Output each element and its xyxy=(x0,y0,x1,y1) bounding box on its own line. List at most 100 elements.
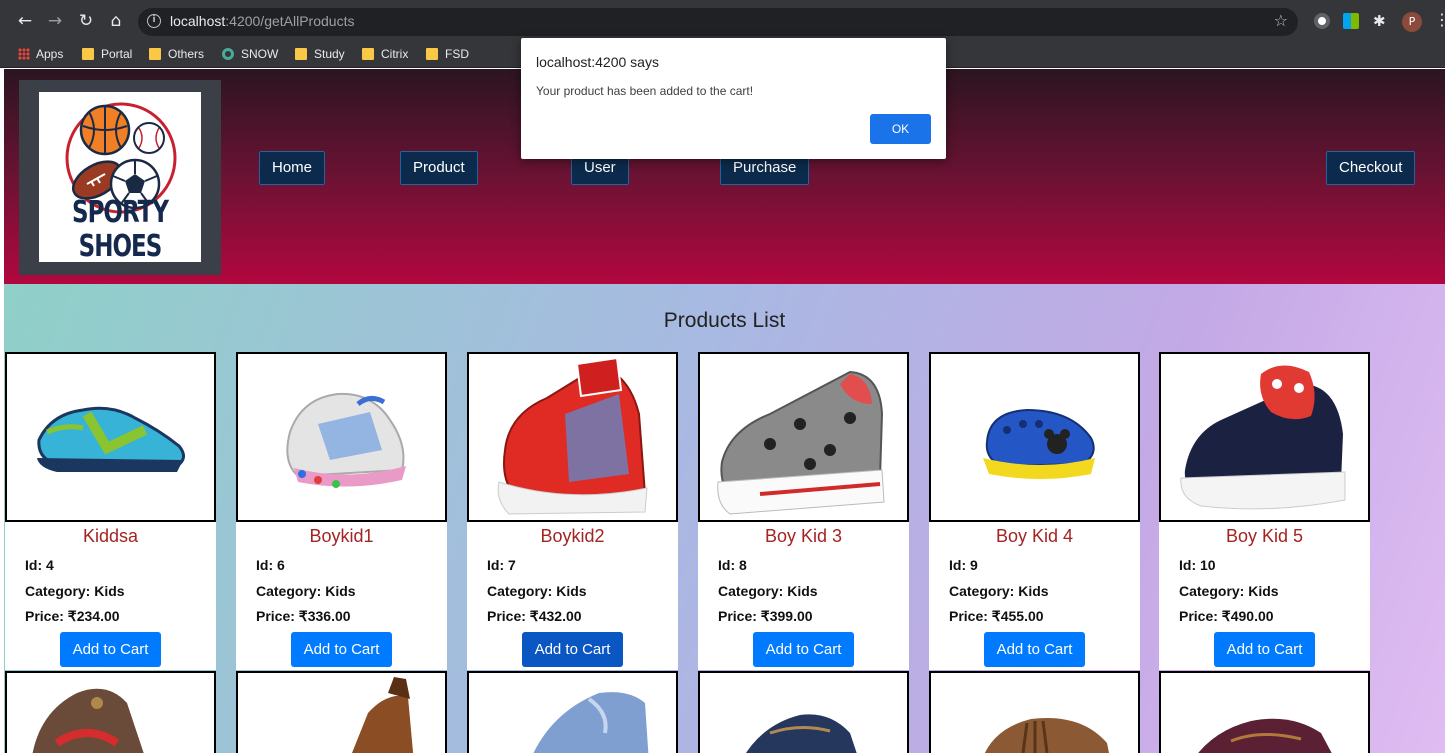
add-to-cart-button[interactable]: Add to Cart xyxy=(60,632,161,667)
shoe-icon xyxy=(286,392,406,488)
product-name: Boy Kid 4 xyxy=(995,526,1074,546)
nav-checkout-button[interactable]: Checkout xyxy=(1326,151,1416,185)
dialog-message: Your product has been added to the cart! xyxy=(536,84,754,98)
product-price: Price: ₹234.00 xyxy=(25,608,120,624)
product-name: Boykid2 xyxy=(540,526,605,546)
product-price: Price: ₹490.00 xyxy=(1179,608,1274,624)
shoe-icon xyxy=(1198,718,1332,753)
extensions-puzzle-icon[interactable]: ✱ xyxy=(1373,13,1389,29)
reload-icon[interactable]: ↻ xyxy=(75,10,97,32)
ok-button[interactable]: OK xyxy=(870,114,931,144)
add-to-cart-button[interactable]: Add to Cart xyxy=(522,632,623,667)
product-image xyxy=(698,352,909,522)
shoe-icon xyxy=(1180,365,1346,510)
logo-frame: SPORTY SHOES xyxy=(19,80,221,275)
product-card: Boykid1 Id: 6 Category: Kids Price: ₹336… xyxy=(236,352,447,670)
address-bar[interactable]: i localhost:4200/getAllProducts ☆ xyxy=(138,8,1298,36)
shoe-icon xyxy=(984,718,1109,753)
shoe-icon xyxy=(37,406,185,472)
shoe-icon xyxy=(717,370,885,515)
product-category: Category: Kids xyxy=(949,583,1049,599)
shoe-icon xyxy=(983,408,1095,479)
add-to-cart-button[interactable]: Add to Cart xyxy=(984,632,1085,667)
product-image xyxy=(236,671,447,753)
browser-toolbar: ← → ↻ ⌂ i localhost:4200/getAllProducts … xyxy=(0,0,1445,42)
back-arrow-icon[interactable]: ← xyxy=(14,10,36,32)
apps-grid-icon xyxy=(18,48,30,60)
product-card: Boy Kid 3 Id: 8 Category: Kids Price: ₹3… xyxy=(698,352,909,670)
product-image xyxy=(698,671,909,753)
url-text: localhost:4200/getAllProducts xyxy=(170,13,355,29)
product-image xyxy=(929,671,1140,753)
product-card: Boy Kid 4 Id: 9 Category: Kids Price: ₹4… xyxy=(929,352,1140,670)
menu-dots-icon[interactable]: ⋮ xyxy=(1434,10,1445,29)
snow-icon xyxy=(222,48,234,60)
sporty-shoes-logo[interactable]: SPORTY SHOES xyxy=(39,92,201,264)
profile-avatar[interactable]: P xyxy=(1402,12,1422,32)
product-image xyxy=(467,671,678,753)
product-id: Id: 9 xyxy=(949,557,978,573)
product-price: Price: ₹336.00 xyxy=(256,608,351,624)
add-to-cart-button[interactable]: Add to Cart xyxy=(1214,632,1315,667)
dialog-title: localhost:4200 says xyxy=(536,54,659,70)
alert-dialog: localhost:4200 says Your product has bee… xyxy=(521,38,946,159)
product-image xyxy=(467,352,678,522)
bookmark-citrix[interactable]: Citrix xyxy=(362,46,408,62)
nav-home-button[interactable]: Home xyxy=(259,151,326,185)
product-category: Category: Kids xyxy=(256,583,356,599)
product-id: Id: 4 xyxy=(25,557,54,573)
product-card: Boykid2 Id: 7 Category: Kids Price: ₹432… xyxy=(467,352,678,670)
shoe-icon xyxy=(533,692,649,753)
site-info-icon[interactable]: i xyxy=(147,14,161,28)
product-category: Category: Kids xyxy=(487,583,587,599)
bookmark-snow[interactable]: SNOW xyxy=(222,46,278,62)
product-image xyxy=(929,352,1140,522)
bookmark-fsd[interactable]: FSD xyxy=(426,46,469,62)
product-name: Boy Kid 3 xyxy=(764,526,843,546)
folder-icon xyxy=(82,48,94,60)
folder-icon xyxy=(149,48,161,60)
bookmark-portal[interactable]: Portal xyxy=(82,46,132,62)
shoe-icon xyxy=(497,356,648,515)
product-price: Price: ₹455.00 xyxy=(949,608,1044,624)
product-id: Id: 6 xyxy=(256,557,285,573)
forward-arrow-icon[interactable]: → xyxy=(44,10,66,32)
product-name: Kiddsa xyxy=(82,526,139,546)
product-image xyxy=(1159,671,1370,753)
folder-icon xyxy=(426,48,438,60)
shoe-icon xyxy=(32,688,144,753)
product-image xyxy=(236,352,447,522)
product-image xyxy=(5,671,216,753)
page-title: Products List xyxy=(663,309,786,332)
product-card: Boy Kid 5 Id: 10 Category: Kids Price: ₹… xyxy=(1159,352,1370,670)
product-price: Price: ₹399.00 xyxy=(718,608,813,624)
product-name: Boy Kid 5 xyxy=(1225,526,1304,546)
extension-record-icon[interactable] xyxy=(1314,13,1330,29)
product-id: Id: 10 xyxy=(1179,557,1216,573)
nav-product-button[interactable]: Product xyxy=(400,151,478,185)
product-name: Boykid1 xyxy=(309,526,374,546)
bookmark-others[interactable]: Others xyxy=(149,46,204,62)
add-to-cart-button[interactable]: Add to Cart xyxy=(291,632,392,667)
product-category: Category: Kids xyxy=(25,583,125,599)
product-id: Id: 8 xyxy=(718,557,747,573)
bookmark-star-icon[interactable]: ☆ xyxy=(1274,11,1288,30)
product-image xyxy=(5,352,216,522)
extension-windows-icon[interactable] xyxy=(1343,13,1359,29)
shoe-icon xyxy=(352,677,414,753)
product-image xyxy=(1159,352,1370,522)
add-to-cart-button[interactable]: Add to Cart xyxy=(753,632,854,667)
product-category: Category: Kids xyxy=(1179,583,1279,599)
logo-text: SPORTY SHOES xyxy=(72,196,169,264)
product-category: Category: Kids xyxy=(718,583,818,599)
folder-icon xyxy=(295,48,307,60)
home-icon[interactable]: ⌂ xyxy=(105,10,127,32)
product-id: Id: 7 xyxy=(487,557,516,573)
bookmark-apps[interactable]: Apps xyxy=(18,46,63,62)
product-card: Kiddsa Id: 4 Category: Kids Price: ₹234.… xyxy=(5,352,216,670)
shoe-icon xyxy=(746,714,857,753)
products-section: Products List Kiddsa Id: 4 Category: Kid… xyxy=(4,284,1445,753)
product-price: Price: ₹432.00 xyxy=(487,608,582,624)
bookmark-study[interactable]: Study xyxy=(295,46,345,62)
folder-icon xyxy=(362,48,374,60)
